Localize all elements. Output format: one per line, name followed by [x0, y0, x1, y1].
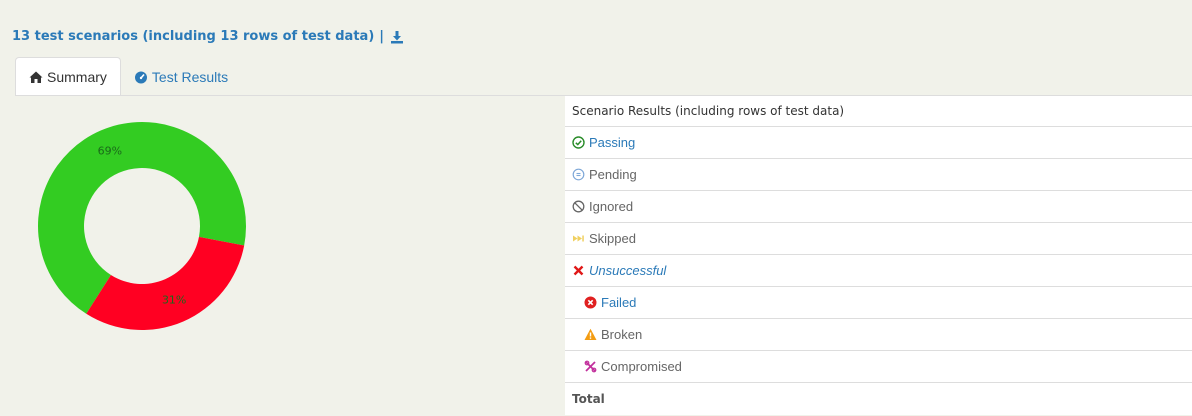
title-separator: | [379, 29, 385, 44]
summary-chart: 69% 31% [16, 100, 346, 400]
skipped-label: Skipped [589, 231, 636, 246]
donut-slice-label-0: 69% [98, 145, 122, 158]
unsuccessful-link[interactable]: Unsuccessful [589, 263, 666, 278]
result-row-failed[interactable]: Failed [565, 287, 1192, 319]
pending-icon [572, 168, 585, 181]
ignored-label: Ignored [589, 199, 634, 214]
fast-forward-icon [572, 232, 585, 245]
dashboard-icon [134, 70, 148, 84]
result-row-broken: Broken [565, 319, 1192, 351]
total-label: Total [572, 392, 605, 406]
failed-link[interactable]: Failed [601, 295, 636, 310]
donut-slice-label-1: 31% [162, 293, 186, 306]
compromised-label: Compromised [601, 359, 682, 374]
result-row-pending: Pending [565, 159, 1192, 191]
scenario-results-table: Scenario Results (including rows of test… [565, 96, 1192, 415]
tab-test-results[interactable]: Test Results [121, 57, 241, 96]
donut-slice-1 [86, 236, 245, 330]
pending-label: Pending [589, 167, 637, 182]
tab-test-results-label: Test Results [151, 68, 229, 85]
donut-chart: 69% 31% [38, 122, 246, 330]
passing-link[interactable]: Passing [589, 135, 635, 150]
report-title-text: 13 test scenarios (including 13 rows of … [12, 29, 375, 44]
result-row-unsuccessful[interactable]: Unsuccessful [565, 255, 1192, 287]
tab-summary[interactable]: Summary [15, 57, 121, 96]
result-row-total: Total [565, 383, 1192, 415]
tab-bar: Summary Test Results [15, 57, 241, 96]
warning-icon [584, 328, 597, 341]
result-row-passing[interactable]: Passing [565, 127, 1192, 159]
x-icon [572, 264, 585, 277]
result-row-skipped: Skipped [565, 223, 1192, 255]
broken-label: Broken [601, 327, 643, 342]
chain-broken-icon [584, 360, 597, 373]
results-header: Scenario Results (including rows of test… [565, 96, 1192, 127]
check-circle-icon [572, 136, 585, 149]
results-header-label: Scenario Results (including rows of test… [572, 104, 845, 118]
result-row-ignored: Ignored [565, 191, 1192, 223]
home-icon [29, 70, 43, 84]
download-icon[interactable] [390, 30, 404, 44]
ban-icon [572, 200, 585, 213]
result-row-compromised: Compromised [565, 351, 1192, 383]
report-title: 13 test scenarios (including 13 rows of … [12, 29, 404, 44]
times-circle-icon [584, 296, 597, 309]
tab-summary-label: Summary [47, 68, 107, 85]
